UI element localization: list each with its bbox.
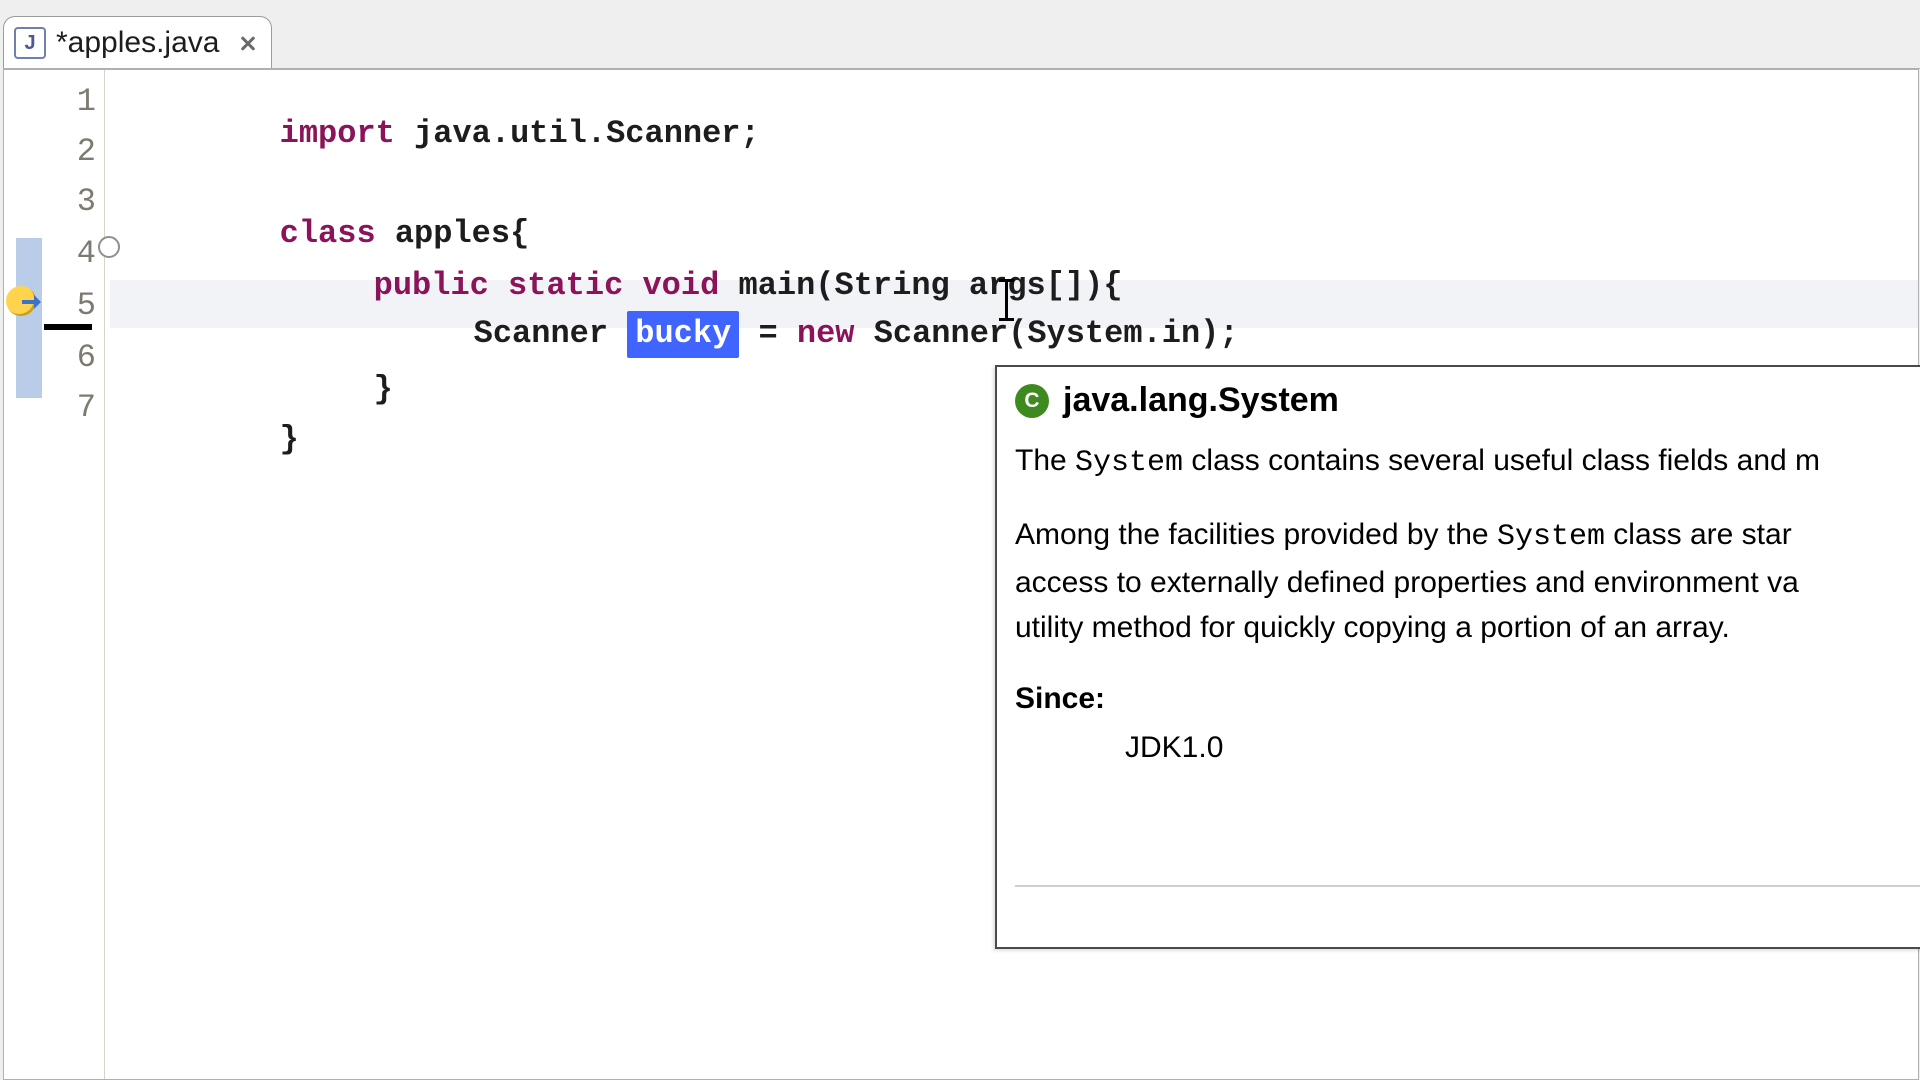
javadoc-since-value: JDK1.0 (1015, 725, 1920, 770)
line-number: 2 (66, 136, 96, 168)
javadoc-divider (1015, 885, 1920, 887)
code-text: Scanner (474, 315, 628, 352)
code-text: } (280, 421, 299, 458)
javadoc-paragraph: The System class contains several useful… (1015, 438, 1920, 486)
javadoc-text: The (1015, 444, 1075, 477)
text-caret-icon (1005, 280, 1008, 320)
overview-ruler (4, 70, 44, 1079)
keyword-new: new (797, 315, 855, 352)
line-number: 5 (66, 290, 96, 322)
code-line-7[interactable]: } (126, 392, 299, 488)
javadoc-since-header: Since: (1015, 676, 1920, 721)
javadoc-text: class are star (1605, 518, 1792, 551)
javadoc-paragraph: Among the facilities provided by the Sys… (1015, 512, 1920, 650)
javadoc-text: utility method for quickly copying a por… (1015, 611, 1730, 644)
code-text: } (374, 371, 393, 408)
tab-title: *apples.java (56, 26, 219, 60)
java-file-icon: J (14, 27, 46, 59)
code-text: Scanner(System.in); (854, 315, 1238, 352)
line-number: 1 (66, 86, 96, 118)
line-number: 3 (66, 186, 96, 218)
javadoc-text: class contains several useful class fiel… (1183, 444, 1820, 477)
change-marker (16, 238, 42, 398)
gutter: 1 2 3 4 5 6 7 (4, 70, 105, 1079)
line-number: 6 (66, 342, 96, 374)
javadoc-code: System (1497, 520, 1605, 554)
close-icon[interactable] (237, 32, 259, 54)
javadoc-hover[interactable]: C java.lang.System The System class cont… (995, 365, 1920, 949)
code-text: = (739, 315, 797, 352)
selection-bucky[interactable]: bucky (627, 311, 739, 358)
quickfix-arrow-icon (22, 292, 42, 312)
javadoc-text: Among the facilities provided by the (1015, 518, 1497, 551)
line-number: 7 (66, 392, 96, 424)
code-line-1[interactable]: import java.util.Scanner; (126, 86, 760, 182)
javadoc-classname: java.lang.System (1063, 381, 1339, 420)
keyword-import: import (280, 115, 395, 152)
class-icon: C (1015, 384, 1049, 418)
editor-tab-apples[interactable]: J *apples.java (3, 16, 272, 69)
editor-tab-bar: J *apples.java (3, 16, 272, 68)
javadoc-code: System (1075, 446, 1183, 480)
ide-window: J *apples.java 1 2 3 4 5 6 7 (0, 0, 1920, 1080)
javadoc-header: C java.lang.System (997, 367, 1920, 438)
fold-ruler (62, 70, 102, 1079)
code-text: java.util.Scanner; (395, 115, 760, 152)
javadoc-body: The System class contains several useful… (997, 438, 1920, 770)
javadoc-text: access to externally defined properties … (1015, 566, 1799, 599)
line-number: 4 (66, 238, 96, 270)
caret-marker (44, 324, 92, 330)
